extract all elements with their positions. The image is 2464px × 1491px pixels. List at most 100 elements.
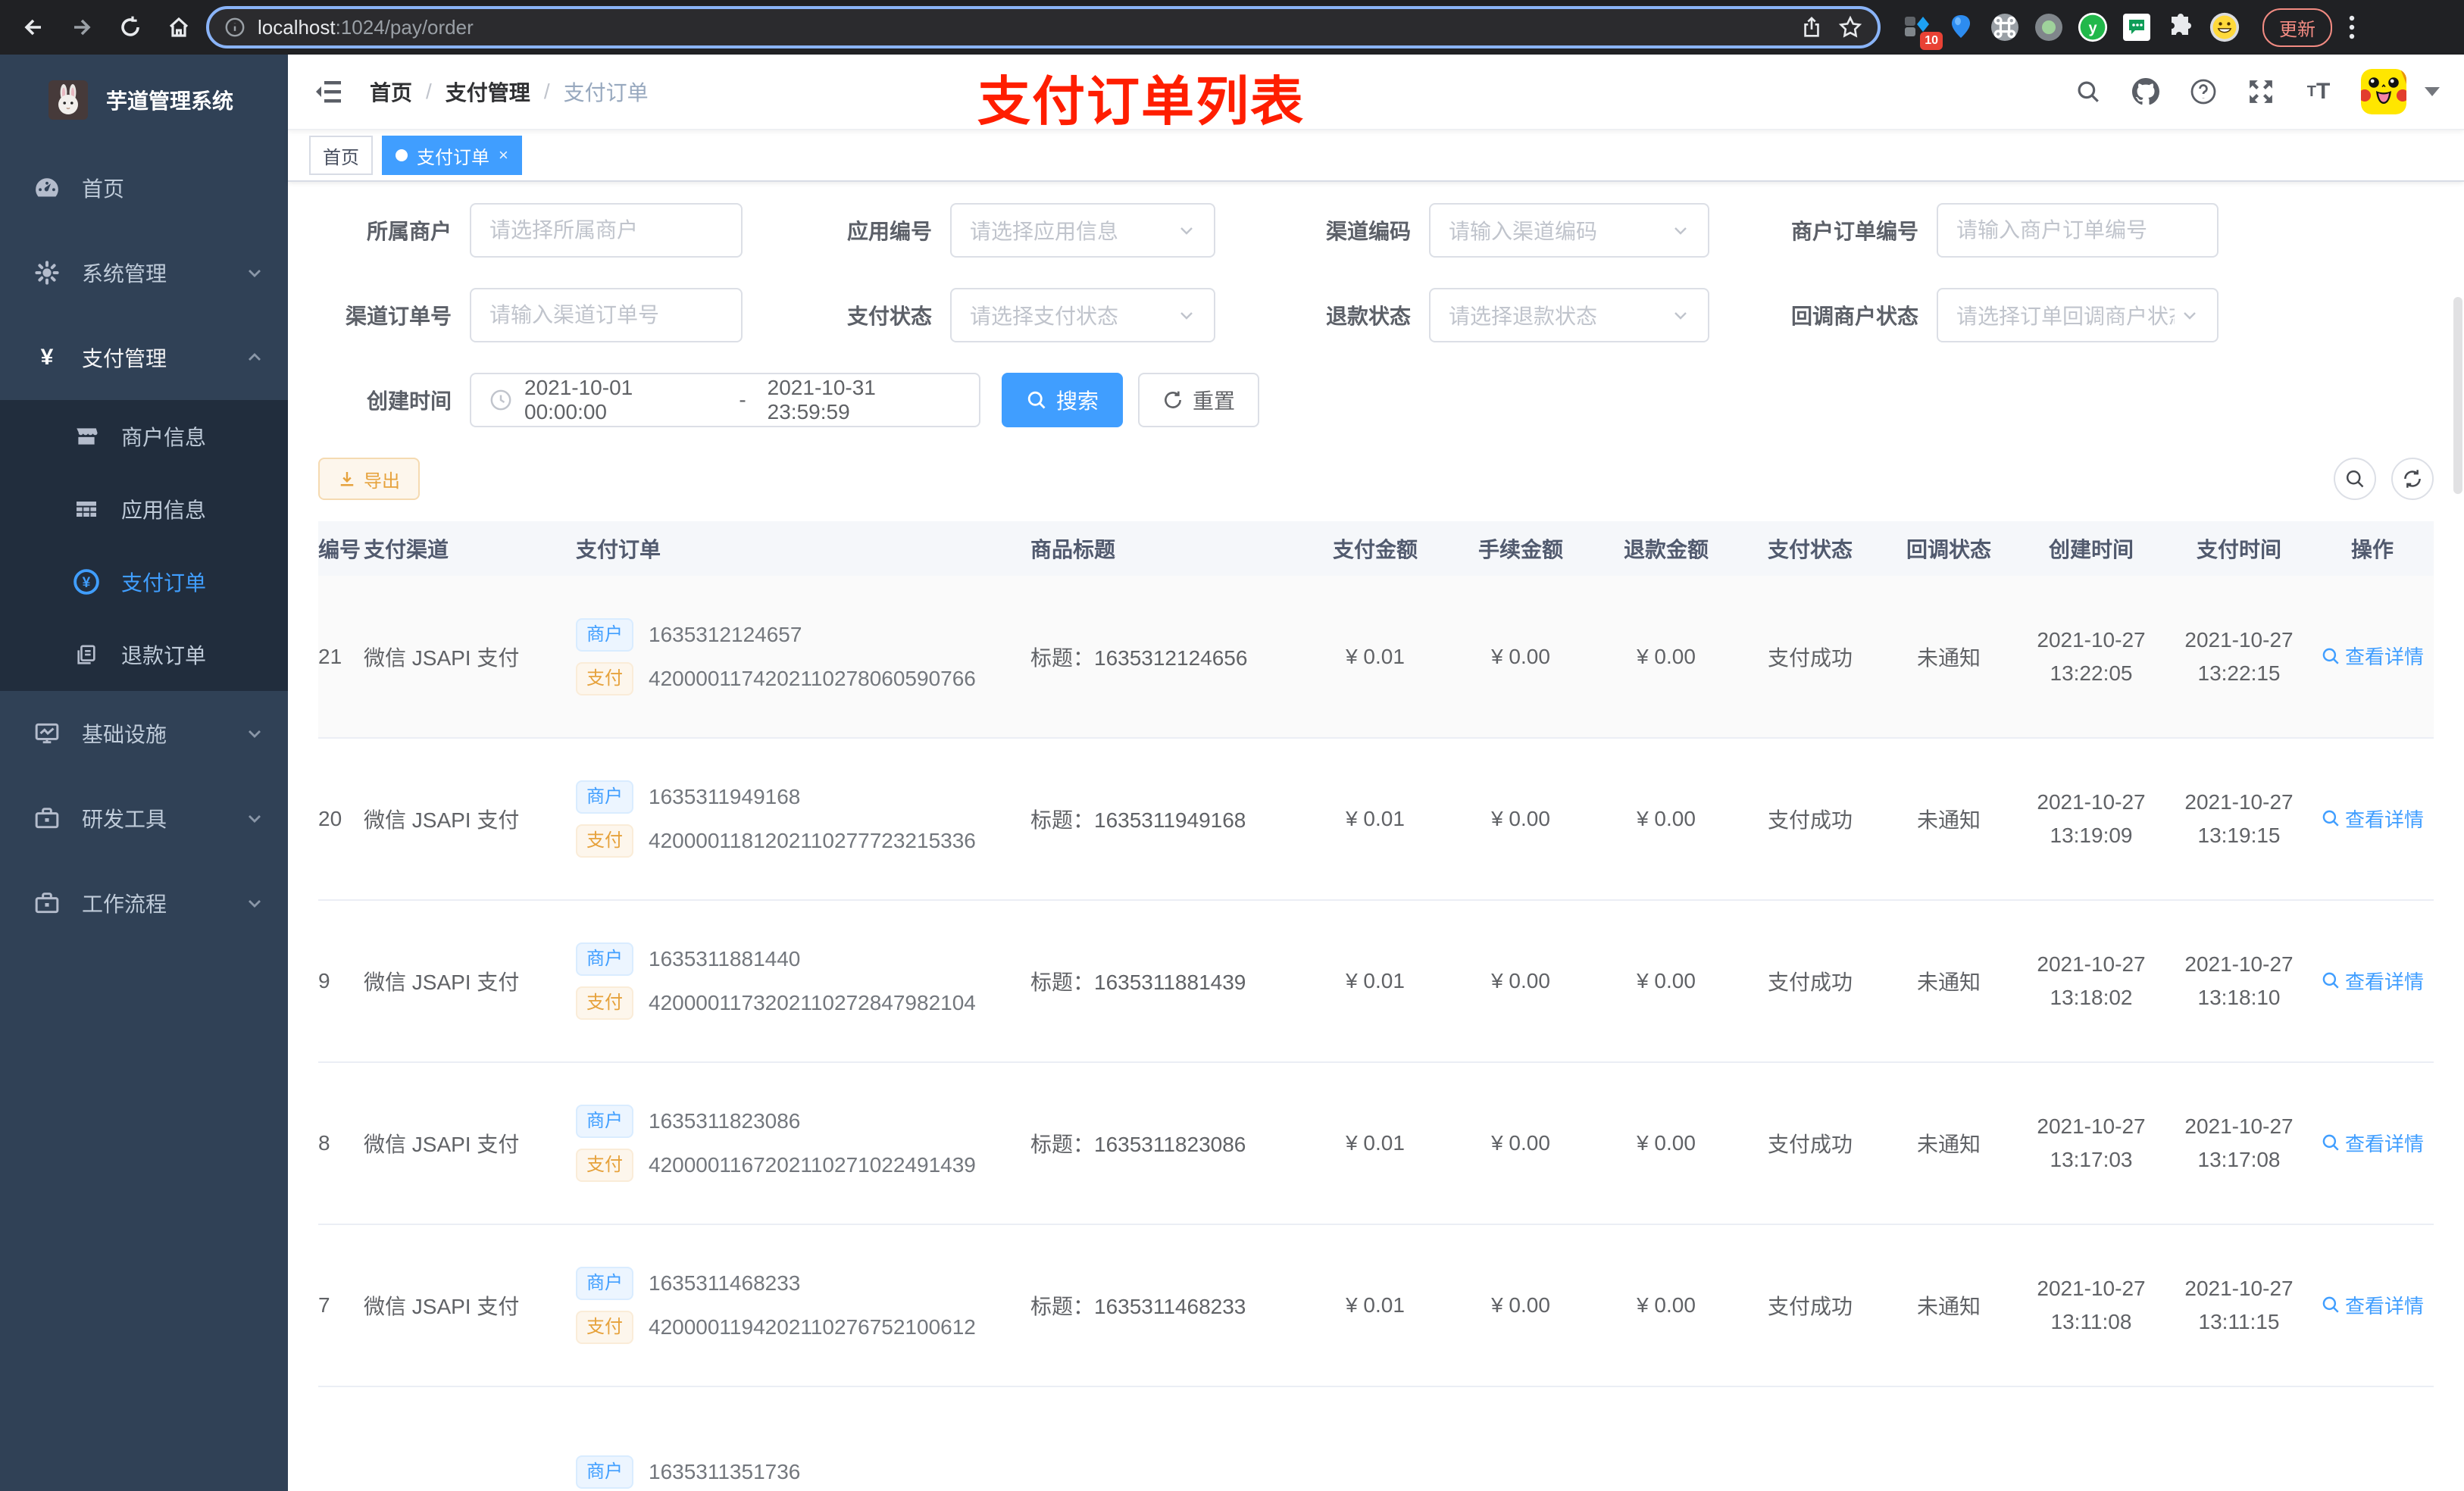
- close-tab-icon[interactable]: ×: [499, 145, 508, 165]
- app-logo[interactable]: 芋道管理系统: [0, 55, 288, 145]
- merchant-order-no-input[interactable]: [1956, 218, 2199, 242]
- channel-order-no-field[interactable]: [470, 288, 743, 342]
- reset-button[interactable]: 重置: [1138, 373, 1260, 427]
- avatar-caret-icon[interactable]: [2425, 87, 2440, 96]
- channel-order-no-input[interactable]: [489, 303, 723, 327]
- sidebar-item-workflow[interactable]: 工作流程: [0, 861, 288, 946]
- sidebar-item-pay[interactable]: ¥ 支付管理: [0, 315, 288, 400]
- url-bar[interactable]: localhost:1024/pay/order: [206, 6, 1881, 48]
- font-size-icon[interactable]: TT: [2303, 77, 2334, 107]
- extensions-puzzle-icon[interactable]: [2165, 12, 2196, 42]
- page-content: 所属商户 应用编号 请选择应用信息 渠道编码 请输入渠道编码 商户订单编号: [288, 182, 2464, 1491]
- chevron-down-icon: [1671, 306, 1690, 324]
- pay-tag: 支付: [576, 824, 633, 858]
- tab-home[interactable]: 首页: [309, 136, 373, 175]
- breadcrumb-pay[interactable]: 支付管理: [446, 77, 530, 107]
- chevron-down-icon: [245, 809, 264, 827]
- sidebar-item-merchant-info[interactable]: 商户信息: [0, 400, 288, 473]
- reload-icon[interactable]: [109, 6, 152, 48]
- table-row: 21 微信 JSAPI 支付 商户 1635312124657 支付 42000…: [318, 576, 2434, 739]
- y-extension-icon[interactable]: y: [2078, 12, 2108, 42]
- pay-tag: 支付: [576, 1149, 633, 1182]
- magnifier-icon: [2322, 972, 2339, 989]
- merchant-tag: 商户: [576, 1455, 633, 1489]
- sidekick-extension-icon[interactable]: 10: [1902, 12, 1943, 50]
- sidebar-item-home[interactable]: 首页: [0, 145, 288, 230]
- command-extension-icon[interactable]: [1990, 12, 2020, 42]
- tab-pay-order[interactable]: 支付订单 ×: [382, 136, 522, 175]
- yen-circle-icon: ¥: [73, 569, 100, 595]
- forward-icon[interactable]: [61, 6, 103, 48]
- view-detail-link[interactable]: 查看详情: [2321, 1129, 2424, 1157]
- orders-table: 编号 支付渠道 支付订单 商品标题 支付金额 手续金额 退款金额 支付状态 回调…: [318, 521, 2434, 1491]
- browser-menu-icon[interactable]: [2349, 15, 2355, 39]
- view-detail-link[interactable]: 查看详情: [2321, 967, 2424, 995]
- breadcrumb: 首页 / 支付管理 / 支付订单: [370, 77, 649, 107]
- share-icon[interactable]: [1800, 16, 1823, 39]
- sidebar-item-refund-order[interactable]: 退款订单: [0, 618, 288, 691]
- search-button[interactable]: 搜索: [1002, 373, 1124, 427]
- pay-tag: 支付: [576, 986, 633, 1020]
- browser-update-button[interactable]: 更新: [2262, 8, 2332, 47]
- search-icon[interactable]: [2073, 77, 2103, 107]
- refresh-table-button[interactable]: [2391, 458, 2434, 500]
- table-row: 9 微信 JSAPI 支付 商户 1635311881440 支付 420000…: [318, 900, 2434, 1063]
- table-row: 7 微信 JSAPI 支付 商户 1635311468233 支付 420000…: [318, 1224, 2434, 1387]
- app-select[interactable]: 请选择应用信息: [950, 203, 1215, 258]
- create-time-range-picker[interactable]: 2021-10-01 00:00:00 - 2021-10-31 23:59:5…: [470, 373, 980, 427]
- merchant-input[interactable]: [489, 218, 723, 242]
- github-icon[interactable]: [2131, 77, 2161, 107]
- filter-row-3: 创建时间 2021-10-01 00:00:00 - 2021-10-31 23…: [318, 373, 2434, 427]
- sidebar-item-devtools[interactable]: 研发工具: [0, 776, 288, 861]
- export-button[interactable]: 导出: [318, 458, 420, 500]
- view-detail-link[interactable]: 查看详情: [2321, 642, 2424, 670]
- merchant-select[interactable]: [470, 203, 743, 258]
- logo-rabbit-icon: [48, 80, 88, 120]
- sidebar-item-app-info[interactable]: 应用信息: [0, 473, 288, 545]
- bookmark-star-icon[interactable]: [1838, 15, 1862, 39]
- sidebar-item-system[interactable]: 系统管理: [0, 230, 288, 315]
- balloon-extension-icon[interactable]: [1946, 12, 1976, 42]
- view-detail-link[interactable]: 查看详情: [2321, 1291, 2424, 1319]
- notify-status-select[interactable]: 请选择订单回调商户状态: [1937, 288, 2219, 342]
- table-row-partial: 商户 1635311351736: [318, 1386, 2434, 1491]
- table-row: 20 微信 JSAPI 支付 商户 1635311949168 支付 42000…: [318, 738, 2434, 901]
- sidebar-item-infra[interactable]: 基础设施: [0, 691, 288, 776]
- info-icon: [225, 17, 245, 37]
- help-icon[interactable]: [2188, 77, 2219, 107]
- chevron-up-icon: [245, 349, 264, 367]
- dashboard-icon: [33, 175, 61, 201]
- page-title-annotation: 支付订单列表: [977, 72, 1305, 131]
- breadcrumb-home[interactable]: 首页: [370, 77, 412, 107]
- merchant-order-no-field[interactable]: [1937, 203, 2219, 258]
- channel-code-select[interactable]: 请输入渠道编码: [1429, 203, 1709, 258]
- pay-status-select[interactable]: 请选择支付状态: [950, 288, 1215, 342]
- monitor-chart-icon: [33, 720, 61, 746]
- back-icon[interactable]: [12, 6, 55, 48]
- toolbox-icon: [33, 805, 61, 831]
- search-icon: [1027, 391, 1046, 409]
- fullscreen-icon[interactable]: [2246, 77, 2276, 107]
- chat-extension-icon[interactable]: [2122, 12, 2152, 42]
- table-toolbar: 导出: [318, 458, 2434, 500]
- show-search-toggle-button[interactable]: [2334, 458, 2376, 500]
- copy-doc-icon: [73, 643, 100, 666]
- home-icon[interactable]: [158, 6, 200, 48]
- profile-emoji-icon[interactable]: [2209, 12, 2240, 42]
- storefront-icon: [73, 424, 100, 449]
- table-header-row: 编号 支付渠道 支付订单 商品标题 支付金额 手续金额 退款金额 支付状态 回调…: [318, 521, 2434, 576]
- sidebar-item-pay-order[interactable]: ¥ 支付订单: [0, 545, 288, 618]
- magnifier-icon: [2322, 648, 2339, 664]
- navbar: 首页 / 支付管理 / 支付订单 支付订单列表 T T: [288, 55, 2464, 131]
- active-dot: [396, 149, 408, 161]
- breadcrumb-current: 支付订单: [563, 81, 649, 105]
- view-detail-link[interactable]: 查看详情: [2321, 805, 2424, 833]
- refund-status-select[interactable]: 请选择退款状态: [1429, 288, 1709, 342]
- sidebar-collapse-icon[interactable]: [312, 75, 346, 108]
- user-avatar[interactable]: [2361, 69, 2406, 114]
- page-scrollbar[interactable]: [2453, 297, 2462, 494]
- grey-dot-extension-icon[interactable]: [2034, 12, 2064, 42]
- browser-toolbar: localhost:1024/pay/order 10 y 更新: [0, 0, 2464, 55]
- refresh-icon: [2404, 470, 2421, 488]
- extensions-row: 10 y 更新: [1902, 8, 2358, 50]
